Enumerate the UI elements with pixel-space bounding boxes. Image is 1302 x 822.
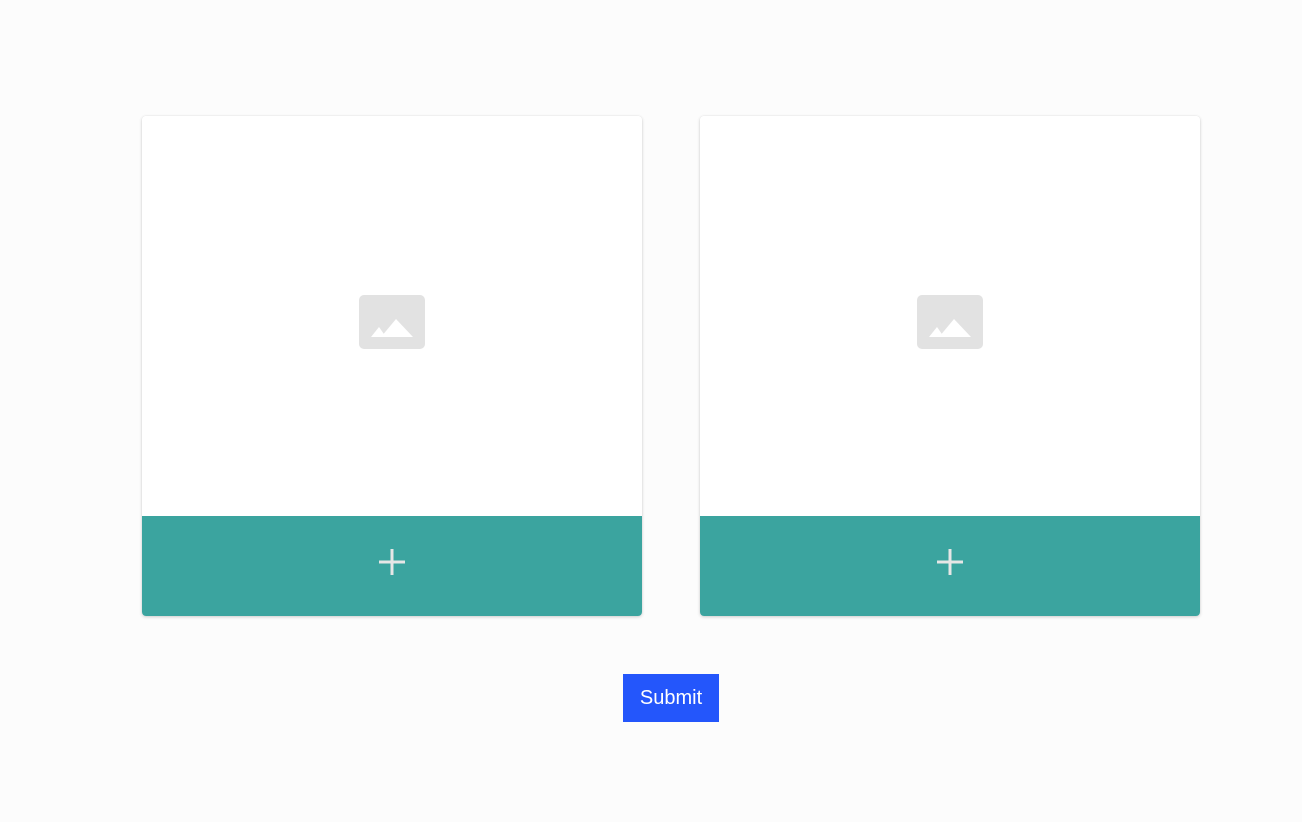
add-image-button[interactable] [700,516,1200,616]
image-placeholder-icon [917,295,983,349]
plus-icon [379,549,405,575]
plus-icon [937,549,963,575]
image-upload-card-1 [142,116,642,616]
image-upload-card-2 [700,116,1200,616]
image-placeholder-icon [359,295,425,349]
submit-button[interactable]: Submit [623,674,719,722]
image-preview-area [142,116,642,516]
add-image-button[interactable] [142,516,642,616]
page: Submit [0,0,1302,822]
image-preview-area [700,116,1200,516]
